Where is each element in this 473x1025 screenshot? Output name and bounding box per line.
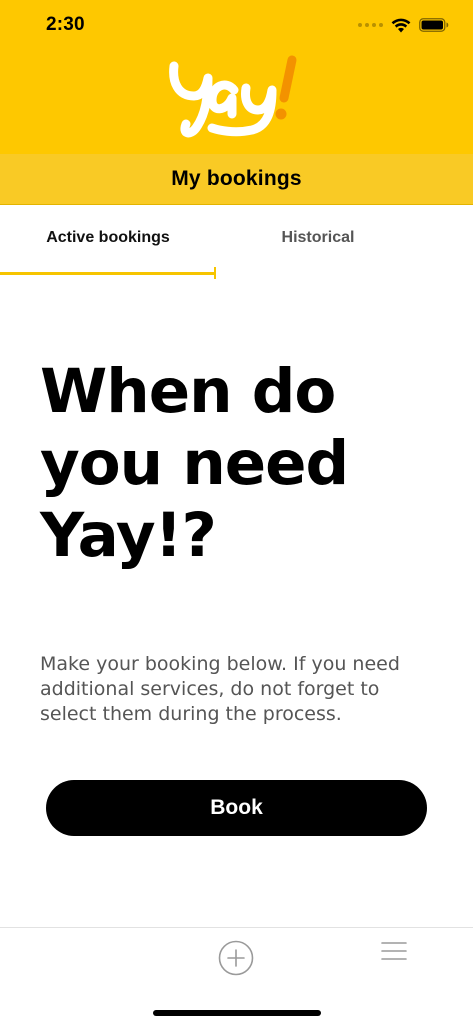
active-tab-indicator [0, 267, 216, 279]
battery-icon [419, 18, 449, 32]
tab-active-bookings[interactable]: Active bookings [0, 202, 216, 274]
booking-tabs: Active bookings Historical [0, 205, 473, 280]
app-header: 2:30 [0, 0, 473, 154]
title-bar: My bookings [0, 154, 473, 205]
home-indicator [153, 1010, 321, 1016]
page-title: My bookings [171, 167, 302, 190]
tab-historical[interactable]: Historical [216, 202, 420, 274]
booking-description: Make your booking below. If you need add… [40, 653, 400, 725]
bottom-tab-bar [0, 927, 473, 1025]
signal-dots-icon [358, 23, 383, 27]
wifi-icon [391, 18, 411, 33]
yay-logo [160, 48, 310, 143]
book-button[interactable]: Book [46, 780, 427, 836]
status-time: 2:30 [46, 14, 85, 35]
headline: When do you need Yay!? [40, 356, 349, 571]
add-circle-icon[interactable] [218, 940, 254, 976]
status-bar: 2:30 [0, 0, 473, 50]
menu-icon[interactable] [381, 940, 407, 962]
status-icons [358, 16, 449, 34]
yay-logo-icon [169, 55, 297, 138]
